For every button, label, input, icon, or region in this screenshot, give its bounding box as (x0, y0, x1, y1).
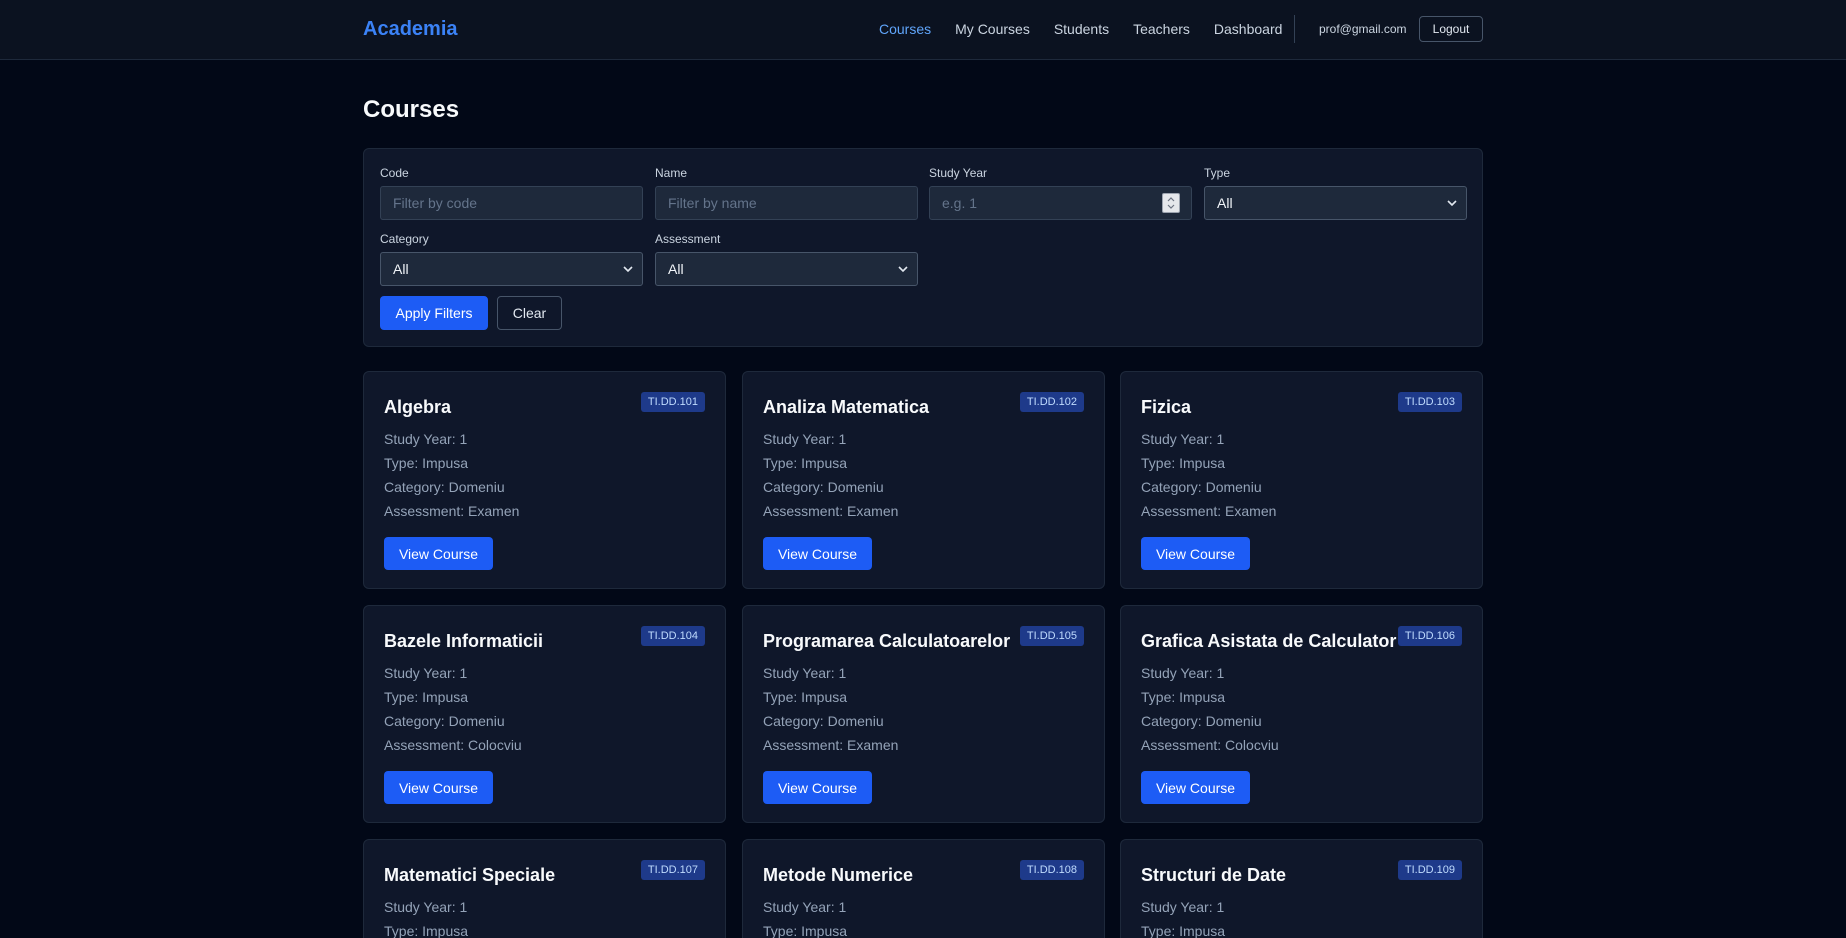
course-study-year: Study Year: 1 (1141, 665, 1225, 681)
course-category: Category: Domeniu (384, 713, 505, 729)
course-study-year: Study Year: 1 (384, 431, 468, 447)
course-title: Fizica (1141, 397, 1192, 417)
course-card: Matematici Speciale TI.DD.107 Study Year… (363, 839, 726, 938)
chevron-down-icon (1447, 200, 1457, 207)
view-course-button[interactable]: View Course (1141, 771, 1250, 804)
course-assessment: Assessment: Examen (763, 503, 899, 519)
course-study-year: Study Year: 1 (1141, 899, 1225, 915)
page-title: Courses (363, 96, 460, 123)
view-course-button[interactable]: View Course (763, 771, 872, 804)
nav-link-dashboard[interactable]: Dashboard (1214, 21, 1283, 37)
course-card: Metode Numerice TI.DD.108 Study Year: 1 … (742, 839, 1105, 938)
course-code-badge: TI.DD.101 (640, 392, 705, 412)
view-course-button[interactable]: View Course (1141, 537, 1250, 570)
code-label: Code (380, 166, 409, 180)
course-type: Type: Impusa (1141, 455, 1226, 471)
assessment-select[interactable]: All (655, 252, 918, 286)
course-title: Programarea Calculatoarelor (763, 631, 1011, 651)
filter-panel: Code Name Study Year Type All Category A… (363, 148, 1483, 347)
course-title: Bazele Informaticii (384, 631, 544, 651)
course-assessment: Assessment: Examen (384, 503, 520, 519)
course-code-badge: TI.DD.109 (1397, 860, 1462, 880)
course-code-badge: TI.DD.102 (1019, 392, 1084, 412)
course-card: Structuri de Date TI.DD.109 Study Year: … (1120, 839, 1483, 938)
course-card: Programarea Calculatoarelor TI.DD.105 St… (742, 605, 1105, 823)
course-study-year: Study Year: 1 (1141, 431, 1225, 447)
view-course-button[interactable]: View Course (384, 537, 493, 570)
study-year-input[interactable] (929, 186, 1192, 220)
course-category: Category: Domeniu (763, 713, 884, 729)
course-type: Type: Impusa (384, 455, 469, 471)
course-assessment: Assessment: Colocviu (1141, 737, 1279, 753)
type-select[interactable]: All (1204, 186, 1467, 220)
study-year-label: Study Year (929, 166, 988, 180)
spinner-arrows-icon (1167, 197, 1175, 209)
clear-filters-button[interactable]: Clear (497, 296, 562, 330)
brand-logo[interactable]: Academia (363, 18, 458, 41)
logout-button[interactable]: Logout (1419, 16, 1483, 42)
nav-link-courses[interactable]: Courses (879, 21, 931, 37)
code-filter-input[interactable] (380, 186, 643, 220)
nav-link-students[interactable]: Students (1054, 21, 1109, 37)
category-label: Category (380, 232, 429, 246)
course-category: Category: Domeniu (384, 479, 505, 495)
course-assessment: Assessment: Colocviu (384, 737, 522, 753)
type-select-value: All (1217, 195, 1233, 211)
top-navbar: Academia Courses My Courses Students Tea… (0, 0, 1846, 60)
assessment-label: Assessment (655, 232, 721, 246)
chevron-down-icon (898, 266, 908, 273)
chevron-down-icon (623, 266, 633, 273)
course-study-year: Study Year: 1 (384, 665, 468, 681)
course-code-badge: TI.DD.107 (640, 860, 705, 880)
course-card: Fizica TI.DD.103 Study Year: 1 Type: Imp… (1120, 371, 1483, 589)
course-card: Analiza Matematica TI.DD.102 Study Year:… (742, 371, 1105, 589)
course-assessment: Assessment: Examen (763, 737, 899, 753)
course-title: Structuri de Date (1141, 865, 1287, 885)
course-title: Analiza Matematica (763, 397, 930, 417)
name-label: Name (655, 166, 688, 180)
course-category: Category: Domeniu (763, 479, 884, 495)
user-email: prof@gmail.com (1319, 22, 1407, 36)
view-course-button[interactable]: View Course (763, 537, 872, 570)
category-select[interactable]: All (380, 252, 643, 286)
course-study-year: Study Year: 1 (384, 899, 468, 915)
course-assessment: Assessment: Examen (1141, 503, 1277, 519)
course-card: Grafica Asistata de Calculator TI.DD.106… (1120, 605, 1483, 823)
course-card: Bazele Informaticii TI.DD.104 Study Year… (363, 605, 726, 823)
course-title: Grafica Asistata de Calculator (1141, 631, 1397, 651)
nav-link-my-courses[interactable]: My Courses (955, 21, 1030, 37)
course-title: Matematici Speciale (384, 865, 556, 885)
nav-divider (1294, 15, 1295, 43)
nav-links: Courses My Courses Students Teachers Das… (879, 21, 1306, 37)
course-code-badge: TI.DD.106 (1397, 626, 1462, 646)
course-code-badge: TI.DD.108 (1019, 860, 1084, 880)
study-year-field (929, 186, 1192, 220)
course-title: Algebra (384, 397, 452, 417)
course-type: Type: Impusa (763, 689, 848, 705)
course-study-year: Study Year: 1 (763, 665, 847, 681)
course-category: Category: Domeniu (1141, 713, 1262, 729)
course-card: Algebra TI.DD.101 Study Year: 1 Type: Im… (363, 371, 726, 589)
course-type: Type: Impusa (384, 689, 469, 705)
course-code-badge: TI.DD.105 (1019, 626, 1084, 646)
course-title: Metode Numerice (763, 865, 914, 885)
category-select-value: All (393, 261, 409, 277)
course-type: Type: Impusa (384, 923, 469, 938)
type-label: Type (1204, 166, 1231, 180)
course-type: Type: Impusa (1141, 923, 1226, 938)
course-type: Type: Impusa (763, 455, 848, 471)
course-category: Category: Domeniu (1141, 479, 1262, 495)
course-code-badge: TI.DD.103 (1397, 392, 1462, 412)
view-course-button[interactable]: View Course (384, 771, 493, 804)
course-study-year: Study Year: 1 (763, 431, 847, 447)
name-filter-input[interactable] (655, 186, 918, 220)
nav-link-teachers[interactable]: Teachers (1133, 21, 1190, 37)
course-type: Type: Impusa (1141, 689, 1226, 705)
course-code-badge: TI.DD.104 (640, 626, 705, 646)
course-type: Type: Impusa (763, 923, 848, 938)
assessment-select-value: All (668, 261, 684, 277)
number-spinner[interactable] (1162, 193, 1180, 213)
apply-filters-button[interactable]: Apply Filters (380, 296, 488, 330)
course-study-year: Study Year: 1 (763, 899, 847, 915)
